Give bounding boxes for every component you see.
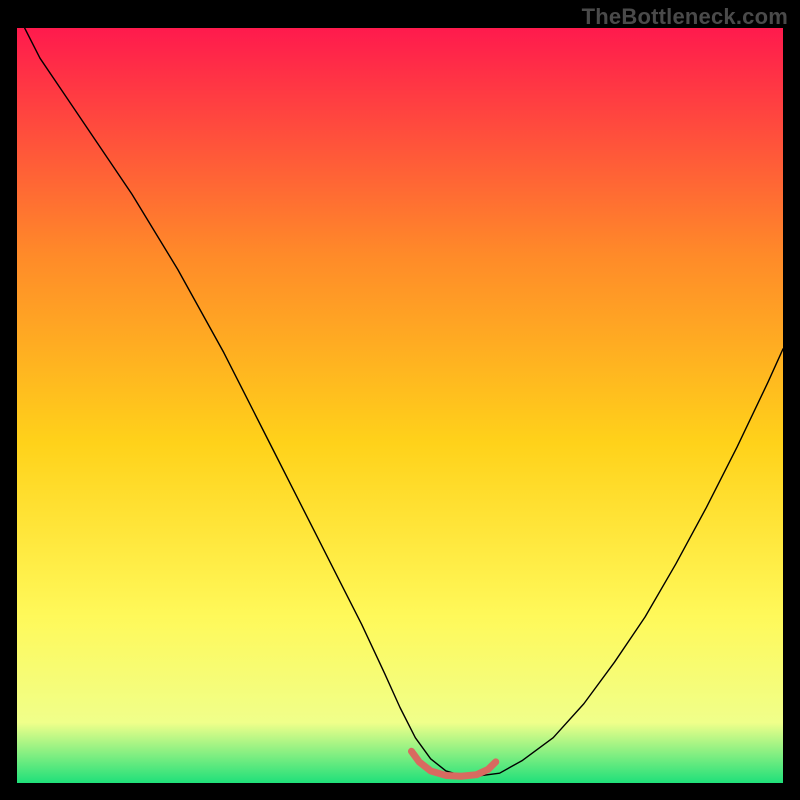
gradient-background	[17, 28, 783, 783]
chart-frame: TheBottleneck.com	[0, 0, 800, 800]
chart-plot-area	[17, 28, 783, 783]
watermark-text: TheBottleneck.com	[582, 4, 788, 30]
chart-svg	[17, 28, 783, 783]
